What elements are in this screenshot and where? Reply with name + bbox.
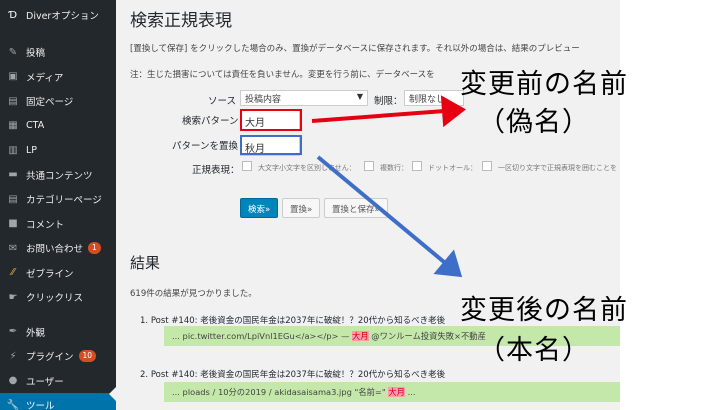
sidebar-item-label: プラグイン <box>26 352 74 364</box>
notification-badge: 1 <box>88 242 101 255</box>
regex-label: 正規表現： <box>192 165 240 176</box>
result-snippet: ... ploads / 10分の2019 / akidasaisama3.jp… <box>164 382 620 402</box>
lp-icon: ▥ <box>8 144 18 156</box>
replace-button[interactable]: 置換» <box>282 198 321 218</box>
replace-and-save-button[interactable]: 置換と保存» <box>324 198 388 218</box>
snippet-text: @ワンルーム投資失敗×不動産 <box>371 331 486 341</box>
source-select-value: 投稿内容 <box>245 95 282 105</box>
after-name-annotation: 変更後の名前 <box>460 295 628 326</box>
user-icon: ● <box>8 375 18 387</box>
right-edge <box>620 0 728 410</box>
comment-icon: ■ <box>8 218 18 230</box>
wrench-icon: 🔧 <box>6 399 20 410</box>
case-insensitive-checkbox[interactable] <box>242 161 252 171</box>
active-indicator <box>109 387 116 401</box>
media-icon: ▣ <box>8 71 18 83</box>
sidebar-item-label: コメント <box>26 219 65 231</box>
diver-logo-icon: Ɗ <box>8 9 18 21</box>
sidebar-item-contact[interactable]: ✉ お問い合わせ 1 <box>0 236 116 261</box>
sidebar-item-label: ユーザー <box>26 376 64 388</box>
sidebar-item-label: ツール <box>26 401 55 410</box>
source-label: ソース <box>208 96 237 107</box>
limit-label: 制限： <box>374 96 403 107</box>
page-title: 検索正規表現 <box>130 11 232 31</box>
mail-icon: ✉ <box>8 242 18 254</box>
replace-field-highlight-box <box>240 135 302 155</box>
sidebar-item-pages[interactable]: ▤ 固定ページ <box>0 89 116 114</box>
pin-icon: ✎ <box>8 46 18 58</box>
sidebar-item-label: CTA <box>26 120 45 132</box>
snippet-text: ... ploads / 10分の2019 / akidasaisama3.jp… <box>172 387 386 397</box>
delimiter-label: 一区切り文字で正規表現を囲むことを <box>498 164 617 172</box>
sidebar-item-common-content[interactable]: ▬ 共通コンテンツ <box>0 163 116 188</box>
after-name-sub-annotation: （本名） <box>478 335 590 366</box>
search-field-highlight-box <box>240 109 302 131</box>
dotall-label: ドットオール： <box>428 164 477 172</box>
before-name-sub-annotation: （偽名） <box>478 107 590 138</box>
sidebar-item-clicklis[interactable]: ☛ クリックリス <box>0 285 116 310</box>
sidebar-item-label: Diverオプション <box>26 11 99 22</box>
admin-sidebar: Ɗ Diverオプション ✎ 投稿 ▣ メディア ▤ 固定ページ ▦ CTA ▥… <box>0 0 116 410</box>
sidebar-item-label: LP <box>26 144 38 156</box>
sidebar-item-lp[interactable]: ▥ LP <box>0 138 116 163</box>
before-name-annotation: 変更前の名前 <box>460 69 628 100</box>
result-title-text[interactable]: Post #140: 老後資金の国民年金は2037年に破綻！？20代から知るべき… <box>151 316 445 326</box>
snippet-highlight: 大月 <box>388 387 405 397</box>
line-icon: ⁄⁄ <box>11 267 15 279</box>
notification-badge: 10 <box>78 350 97 363</box>
case-insensitive-label: 大文字小文字を区別しません： <box>258 164 356 172</box>
search-pattern-label: 検索パターン <box>182 116 239 127</box>
sidebar-item-media[interactable]: ▣ メディア <box>0 65 116 90</box>
sidebar-item-cta[interactable]: ▦ CTA <box>0 114 116 139</box>
sidebar-item-label: 固定ページ <box>26 97 74 109</box>
dotall-checkbox[interactable] <box>412 161 422 171</box>
multiline-checkbox[interactable] <box>364 161 374 171</box>
page-icon: ▤ <box>8 95 18 107</box>
sidebar-item-label: 投稿 <box>26 48 46 60</box>
brush-icon: ✒ <box>8 326 18 338</box>
category-icon: ▤ <box>8 193 18 205</box>
sidebar-item-appearance[interactable]: ✒ 外観 <box>0 320 116 345</box>
result-title: 1. Post #140: 老後資金の国民年金は2037年に破綻！？20代から知… <box>140 314 445 326</box>
snippet-highlight: 大月 <box>352 331 369 341</box>
sidebar-item-label: お問い合わせ <box>26 244 84 256</box>
multiline-label: 複数行： <box>380 164 408 172</box>
results-count: 619件の結果が見つかりました。 <box>130 289 257 299</box>
sidebar-item-label: メディア <box>26 72 64 84</box>
snippet-text: ... pic.twitter.com/LpiVnl1EGu</a></p> — <box>172 331 350 341</box>
sidebar-item-users[interactable]: ● ユーザー <box>0 369 116 394</box>
sidebar-item-label: クリックリス <box>26 293 84 305</box>
replace-pattern-label: パターンを置換 <box>172 141 239 152</box>
disclaimer-note: 注：生じた損害については責任を負いません。変更を行う前に、データベースを <box>130 70 435 80</box>
sidebar-item-label: 外観 <box>26 327 46 339</box>
sidebar-item-label: カテゴリーページ <box>26 195 102 207</box>
click-icon: ☛ <box>8 291 18 303</box>
cta-icon: ▦ <box>8 120 18 132</box>
sidebar-item-diver-options[interactable]: Ɗ Diverオプション <box>0 0 116 30</box>
chat-icon: ▬ <box>8 169 18 181</box>
save-note: [置換して保存] をクリックした場合のみ、置換がデータベースに保存されます。それ… <box>130 44 580 54</box>
sidebar-item-plugins[interactable]: ⚡ プラグイン 10 <box>0 344 116 369</box>
sidebar-item-category-page[interactable]: ▤ カテゴリーページ <box>0 187 116 212</box>
result-title-text[interactable]: Post #140: 老後資金の国民年金は2037年に破綻！？20代から知るべき… <box>151 370 445 380</box>
sidebar-item-posts[interactable]: ✎ 投稿 <box>0 40 116 65</box>
result-number: 1. <box>140 316 149 326</box>
sidebar-item-label: 共通コンテンツ <box>26 170 93 182</box>
result-title: 2. Post #140: 老後資金の国民年金は2037年に破綻！？20代から知… <box>140 368 445 380</box>
sidebar-item-label: ゼブライン <box>26 268 74 280</box>
search-button[interactable]: 検索» <box>240 198 279 218</box>
sidebar-item-tools[interactable]: 🔧 ツール <box>0 393 116 410</box>
chevron-down-icon: ▼ <box>356 92 363 101</box>
limit-select-value: 制限なし <box>409 95 446 105</box>
sidebar-item-zebraline[interactable]: ⁄⁄ ゼブライン <box>0 261 116 286</box>
sidebar-item-comments[interactable]: ■ コメント <box>0 212 116 237</box>
result-number: 2. <box>140 370 149 380</box>
delimiter-checkbox[interactable] <box>482 161 492 171</box>
limit-select[interactable]: 制限なし <box>404 90 464 106</box>
plugin-icon: ⚡ <box>9 350 17 362</box>
results-title: 結果 <box>130 254 161 272</box>
snippet-text: ... <box>407 387 416 397</box>
source-select[interactable]: 投稿内容 ▼ <box>240 90 368 106</box>
